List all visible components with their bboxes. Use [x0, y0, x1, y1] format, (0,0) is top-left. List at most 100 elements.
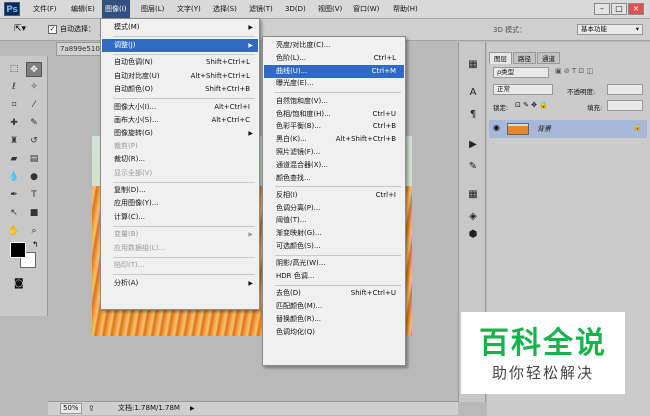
- image-menu-item[interactable]: 计算(C)...: [102, 211, 258, 224]
- image-menu-item[interactable]: 自动色调(N) Shift+Ctrl+L: [102, 56, 258, 69]
- adjust-menu-item[interactable]: 色相/饱和度(H)... Ctrl+U: [264, 108, 404, 121]
- menu-item-label: 复制(D)...: [114, 186, 146, 195]
- gradient-tool-icon[interactable]: ▤: [26, 152, 42, 167]
- adjust-menu-item[interactable]: 色彩平衡(B)... Ctrl+B: [264, 120, 404, 133]
- swatches-panel-icon[interactable]: ▦: [463, 186, 483, 204]
- adjust-menu-item[interactable]: 阴影/高光(W)...: [264, 257, 404, 270]
- swap-colors-icon[interactable]: ↰: [32, 240, 39, 249]
- adjust-menu-item[interactable]: 可选颜色(S)...: [264, 240, 404, 253]
- workspace-select[interactable]: 基本功能 ▾: [577, 24, 643, 35]
- crop-tool-icon[interactable]: ⌗: [6, 98, 22, 113]
- menu-3[interactable]: 图层(L): [138, 0, 167, 19]
- auto-select-checkbox[interactable]: ✓: [48, 25, 57, 34]
- layer-kind-filter[interactable]: ρ类型: [493, 67, 549, 78]
- opacity-field[interactable]: [607, 84, 643, 95]
- path-select-icon[interactable]: ↖: [6, 206, 22, 221]
- healing-brush-icon[interactable]: ✚: [6, 116, 22, 131]
- paragraph-panel-icon[interactable]: ¶: [463, 106, 483, 124]
- status-arrow-icon[interactable]: ▶: [190, 402, 195, 415]
- shape-tool-icon[interactable]: ■: [26, 206, 42, 221]
- image-menu-item[interactable]: 复制(D)...: [102, 184, 258, 197]
- menu-5[interactable]: 选择(S): [210, 0, 240, 19]
- brush-panel-icon[interactable]: ✎: [463, 158, 483, 176]
- adjust-menu-item[interactable]: 颜色查找...: [264, 172, 404, 185]
- image-menu-item[interactable]: 图像旋转(G) ▶: [102, 127, 258, 140]
- blend-mode-select[interactable]: 正常: [493, 84, 553, 95]
- minimize-button[interactable]: –: [594, 3, 610, 15]
- menu-7[interactable]: 3D(D): [282, 0, 309, 19]
- adjust-menu-item[interactable]: 渐变映射(G)...: [264, 227, 404, 240]
- eye-icon[interactable]: ◉: [493, 123, 500, 132]
- menu-8[interactable]: 视图(V): [315, 0, 345, 19]
- magic-wand-icon[interactable]: ✧: [26, 80, 42, 95]
- history-brush-icon[interactable]: ↺: [26, 134, 42, 149]
- type-tool-icon[interactable]: T: [26, 188, 42, 203]
- adjust-menu-item[interactable]: 替换颜色(R)...: [264, 313, 404, 326]
- marquee-tool-icon[interactable]: ⬚: [6, 62, 22, 77]
- adjust-menu-item[interactable]: 曲线(U)... Ctrl+M: [264, 64, 404, 78]
- image-menu-item[interactable]: 自动颜色(O) Shift+Ctrl+B: [102, 83, 258, 96]
- adjust-menu-item[interactable]: 色调均化(Q): [264, 326, 404, 339]
- menu-2[interactable]: 图像(I): [102, 0, 130, 19]
- dodge-tool-icon[interactable]: ●: [26, 170, 42, 185]
- image-menu-item[interactable]: 调整(J) ▶: [102, 38, 258, 52]
- tab-channels[interactable]: 通道: [537, 52, 560, 64]
- zoom-field[interactable]: 50%: [60, 403, 82, 414]
- hand-tool-icon[interactable]: ✋: [6, 224, 22, 239]
- menu-0[interactable]: 文件(F): [30, 0, 60, 19]
- image-menu-item[interactable]: 图像大小(I)... Alt+Ctrl+I: [102, 101, 258, 114]
- adjust-menu-item[interactable]: 照片滤镜(F)...: [264, 146, 404, 159]
- menu-4[interactable]: 文字(Y): [174, 0, 204, 19]
- character-panel-icon[interactable]: A: [463, 84, 483, 102]
- menu-10[interactable]: 帮助(H): [390, 0, 421, 19]
- tab-layers[interactable]: 图层: [489, 52, 512, 64]
- maximize-button[interactable]: □: [611, 3, 627, 15]
- eyedropper-icon[interactable]: ⁄: [26, 98, 42, 113]
- image-menu-item[interactable]: 分析(A) ▶: [102, 277, 258, 290]
- pen-tool-icon[interactable]: ✒: [6, 188, 22, 203]
- 3d-panel-icon[interactable]: ⬢: [463, 226, 483, 244]
- adjust-menu-item[interactable]: 亮度/对比度(C)...: [264, 39, 404, 52]
- adjust-menu-item[interactable]: HDR 色调...: [264, 270, 404, 283]
- image-menu-item[interactable]: 自动对比度(U) Alt+Shift+Ctrl+L: [102, 70, 258, 83]
- actions-panel-icon[interactable]: ▶: [463, 136, 483, 154]
- adjust-menu-item[interactable]: 反相(I) Ctrl+I: [264, 189, 404, 202]
- eraser-tool-icon[interactable]: ▰: [6, 152, 22, 167]
- adjust-menu-item[interactable]: 阈值(T)...: [264, 214, 404, 227]
- adjust-menu-item[interactable]: 去色(D) Shift+Ctrl+U: [264, 287, 404, 300]
- close-button[interactable]: ×: [628, 3, 644, 15]
- zoom-tool-icon[interactable]: ⌕: [26, 224, 42, 239]
- adjust-menu-item[interactable]: 黑白(K)... Alt+Shift+Ctrl+B: [264, 133, 404, 146]
- image-menu-item[interactable]: 裁切(R)...: [102, 153, 258, 166]
- menu-6[interactable]: 滤镜(T): [246, 0, 276, 19]
- filter-icons[interactable]: ▣ ⊘ T ⊡ ◫: [555, 67, 593, 75]
- adjust-menu-item[interactable]: 匹配颜色(M)...: [264, 300, 404, 313]
- history-panel-icon[interactable]: ▦: [463, 56, 483, 74]
- image-menu-item[interactable]: 应用图像(Y)...: [102, 197, 258, 210]
- tab-paths[interactable]: 路径: [513, 52, 536, 64]
- document-tab[interactable]: 7a899e510: [56, 42, 106, 56]
- layer-row-background[interactable]: ◉ 背景 🔒: [489, 120, 647, 138]
- adjust-menu-item[interactable]: 自然饱和度(V)...: [264, 95, 404, 108]
- lock-icons[interactable]: ⊡ ✎ ✥ 🔒: [515, 101, 548, 109]
- foreground-color-swatch[interactable]: [10, 242, 26, 258]
- stamp-tool-icon[interactable]: ♜: [6, 134, 22, 149]
- adjust-menu-item[interactable]: 通道混合器(X)...: [264, 159, 404, 172]
- styles-panel-icon[interactable]: ◈: [463, 208, 483, 226]
- export-icon[interactable]: ⇪: [88, 402, 95, 415]
- adjust-menu-item[interactable]: 曝光度(E)...: [264, 77, 404, 90]
- lasso-tool-icon[interactable]: ℓ: [6, 80, 22, 95]
- blur-tool-icon[interactable]: 💧: [6, 170, 22, 185]
- adjust-menu-item[interactable]: 色调分离(P)...: [264, 202, 404, 215]
- menu-9[interactable]: 窗口(W): [350, 0, 382, 19]
- menu-1[interactable]: 编辑(E): [68, 0, 98, 19]
- quick-mask-icon[interactable]: ◙: [14, 278, 24, 289]
- move-tool-icon[interactable]: ✥: [26, 62, 42, 77]
- adjust-menu-item[interactable]: 色阶(L)... Ctrl+L: [264, 52, 404, 65]
- image-menu-item[interactable]: 模式(M) ▶: [102, 21, 258, 34]
- menu-item-shortcut: Ctrl+M: [371, 66, 396, 75]
- fill-field[interactable]: [607, 100, 643, 111]
- move-tool-icon[interactable]: ⇱▾: [14, 24, 26, 34]
- brush-tool-icon[interactable]: ✎: [26, 116, 42, 131]
- image-menu-item[interactable]: 画布大小(S)... Alt+Ctrl+C: [102, 114, 258, 127]
